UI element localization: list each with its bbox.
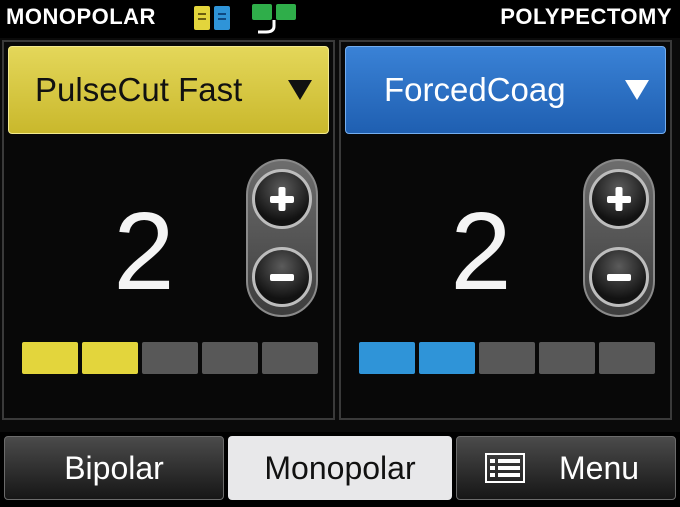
program-name: POLYPECTOMY (500, 4, 672, 29)
bipolar-tab-label: Bipolar (64, 449, 164, 486)
coag-level-segment-active (419, 342, 475, 374)
coag-level-segment-active (359, 342, 415, 374)
monopolar-tab[interactable]: Monopolar (228, 436, 452, 500)
cut-level-segment-active (22, 342, 78, 374)
coag-level-segment-inactive (479, 342, 535, 374)
monopolar-tab-label: Monopolar (264, 449, 416, 486)
menu-button[interactable]: Menu (456, 436, 676, 500)
menu-button-label: Menu (559, 449, 640, 486)
coag-level-segment-inactive (539, 342, 595, 374)
dropdown-arrow-icon (288, 80, 312, 100)
cut-level-segment-inactive (142, 342, 198, 374)
cut-level-segment-active (82, 342, 138, 374)
coag-level-bar (359, 342, 659, 374)
cut-decrease-button[interactable] (252, 247, 312, 307)
coag-effect-level: 2 (450, 190, 512, 313)
coag-level-segment-inactive (599, 342, 655, 374)
electrode-mode-label: MONOPOLAR (6, 4, 156, 29)
plus-icon (607, 187, 631, 211)
footswitch-icon (252, 4, 296, 34)
pedal-indicator-icon (194, 6, 230, 30)
coag-decrease-button[interactable] (589, 247, 649, 307)
cut-level-segment-inactive (262, 342, 318, 374)
cut-mode-dropdown[interactable]: PulseCut Fast (8, 46, 329, 134)
coag-mode-dropdown[interactable]: ForcedCoag (345, 46, 666, 134)
cut-effect-level: 2 (113, 190, 175, 313)
status-bar: MONOPOLAR POLYPECTOMY (0, 0, 680, 38)
list-menu-icon (485, 453, 525, 483)
cut-mode-label: PulseCut Fast (35, 71, 243, 108)
plus-icon (270, 187, 294, 211)
bottom-navigation: Bipolar Monopolar Menu (0, 432, 680, 507)
coag-level-stepper (583, 159, 655, 317)
minus-icon (270, 274, 294, 281)
dropdown-arrow-icon (625, 80, 649, 100)
cut-level-segment-inactive (202, 342, 258, 374)
coag-mode-label: ForcedCoag (384, 71, 566, 108)
coag-panel: ForcedCoag 2 (339, 40, 672, 420)
minus-icon (607, 274, 631, 281)
cut-increase-button[interactable] (252, 169, 312, 229)
cut-panel: PulseCut Fast 2 (2, 40, 335, 420)
cut-level-bar (22, 342, 322, 374)
coag-increase-button[interactable] (589, 169, 649, 229)
bipolar-tab[interactable]: Bipolar (4, 436, 224, 500)
cut-level-stepper (246, 159, 318, 317)
